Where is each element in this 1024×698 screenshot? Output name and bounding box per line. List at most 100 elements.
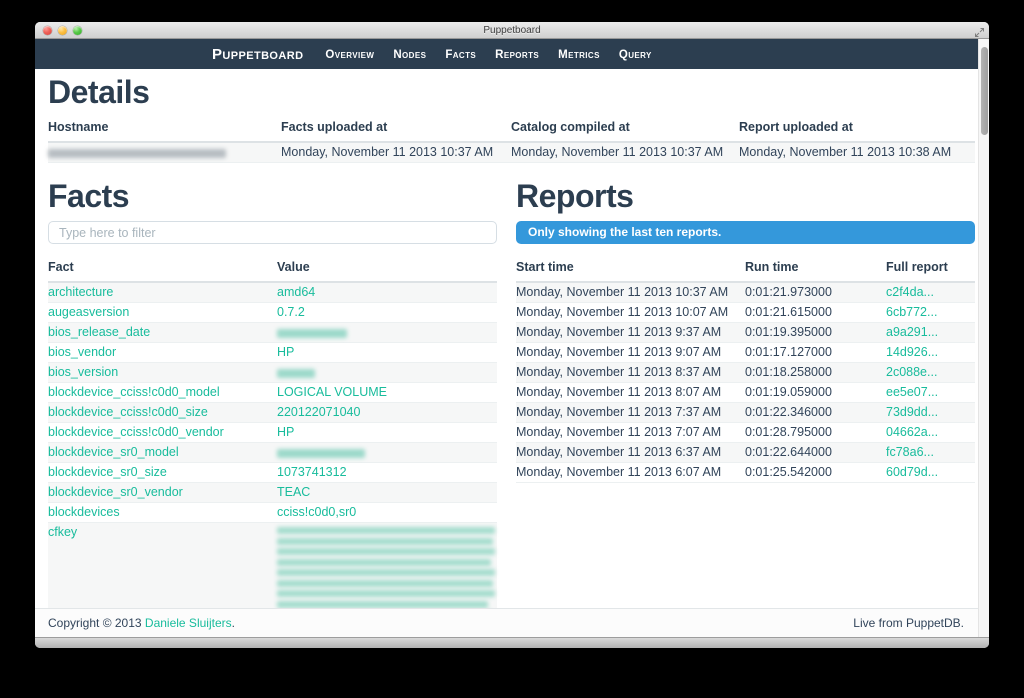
report-uploaded-cell: Monday, November 11 2013 10:38 AM [739,142,975,163]
fact-row: blockdevices cciss!c0d0,sr0 [48,503,497,523]
fact-row: blockdevice_cciss!c0d0_model LOGICAL VOLU… [48,383,497,403]
fact-name-cell: blockdevice_sr0_size [48,463,277,483]
facts-filter-input[interactable] [48,221,497,244]
fact-name-link[interactable]: blockdevice_sr0_model [48,445,179,459]
fact-name-cell: blockdevice_sr0_model [48,443,277,463]
report-row: Monday, November 11 2013 8:37 AM0:01:18.… [516,363,975,383]
fact-value-link[interactable]: 1073741312 [277,465,347,479]
hostname-redacted-value [48,149,226,158]
fact-value-link[interactable]: 0.7.2 [277,305,305,319]
fact-value-link[interactable]: TEAC [277,485,310,499]
fact-row: blockdevice_sr0_vendor TEAC [48,483,497,503]
fact-name-link[interactable]: blockdevice_cciss!c0d0_model [48,385,220,399]
full-report-link[interactable]: 14d926... [886,345,938,359]
maximize-icon[interactable] [73,26,82,35]
traffic-lights [43,26,82,35]
full-report-link[interactable]: a9a291... [886,325,938,339]
scrollbar-thumb[interactable] [981,47,988,135]
nav-item-metrics[interactable]: Metrics [558,49,600,61]
full-report-link[interactable]: 04662a... [886,425,938,439]
fact-value-cell [277,323,497,343]
reports-alert: Only showing the last ten reports. [516,221,975,244]
full-report-link[interactable]: c2f4da... [886,285,934,299]
report-start-time: Monday, November 11 2013 8:07 AM [516,383,745,403]
fact-value-link[interactable]: HP [277,425,294,439]
nav-item-overview[interactable]: Overview [325,49,374,61]
report-hash-cell: 2c088e... [886,363,975,383]
fact-value-link[interactable]: LOGICAL VOLUME [277,385,387,399]
facts-section: Facts Fact Value architectureamd64augeas… [48,179,497,608]
navbar-brand[interactable]: Puppetboard [212,46,303,63]
fact-name-link[interactable]: cfkey [48,525,77,539]
report-hash-cell: 14d926... [886,343,975,363]
details-table: Hostname Facts uploaded at Catalog compi… [48,117,975,163]
fact-value-link[interactable]: 220122071040 [277,405,360,419]
report-start-time: Monday, November 11 2013 9:37 AM [516,323,745,343]
minimize-icon[interactable] [58,26,67,35]
author-link[interactable]: Daniele Sluijters [145,616,232,630]
details-header-row: Hostname Facts uploaded at Catalog compi… [48,117,975,142]
fact-name-cell: augeasversion [48,303,277,323]
fact-row: blockdevice_cciss!c0d0_size 220122071040 [48,403,497,423]
reports-col-run-time: Run time [745,257,886,282]
report-run-time: 0:01:28.795000 [745,423,886,443]
fact-name-link[interactable]: bios_vendor [48,345,116,359]
fact-value-redacted [277,329,347,338]
fact-value-link[interactable]: cciss!c0d0,sr0 [277,505,356,519]
report-hash-cell: 6cb772... [886,303,975,323]
reports-header-row: Start time Run time Full report [516,257,975,282]
fact-name-link[interactable]: blockdevice_sr0_size [48,465,167,479]
fact-name-cell: blockdevices [48,503,277,523]
fact-name-link[interactable]: bios_version [48,365,118,379]
redacted-line [277,548,495,555]
fact-value-cell: HP [277,343,497,363]
report-row: Monday, November 11 2013 7:37 AM0:01:22.… [516,403,975,423]
redacted-line [277,580,493,587]
full-report-link[interactable]: 2c088e... [886,365,937,379]
details-col-hostname: Hostname [48,117,281,142]
fact-value-cell: amd64 [277,282,497,303]
fact-name-link[interactable]: blockdevice_cciss!c0d0_vendor [48,425,224,439]
report-hash-cell: 73d9dd... [886,403,975,423]
report-start-time: Monday, November 11 2013 6:07 AM [516,463,745,483]
fact-value-link[interactable]: amd64 [277,285,315,299]
facts-col-fact: Fact [48,257,277,282]
fact-value-cell: HP [277,423,497,443]
scrollbar[interactable] [978,39,989,637]
nav-item-nodes[interactable]: Nodes [393,49,426,61]
fact-row: cfkey [48,523,497,609]
close-icon[interactable] [43,26,52,35]
fact-name-cell: bios_release_date [48,323,277,343]
fullscreen-resize-icon[interactable] [974,25,985,36]
full-report-link[interactable]: fc78a6... [886,445,934,459]
fact-name-link[interactable]: architecture [48,285,113,299]
fact-value-cell [277,443,497,463]
reports-table: Start time Run time Full report Monday, … [516,257,975,483]
facts-uploaded-cell: Monday, November 11 2013 10:37 AM [281,142,511,163]
hostname-cell [48,142,281,163]
fact-name-link[interactable]: blockdevice_sr0_vendor [48,485,183,499]
fact-name-cell: cfkey [48,523,277,609]
fact-value-cell: 1073741312 [277,463,497,483]
report-hash-cell: ee5e07... [886,383,975,403]
fact-name-link[interactable]: bios_release_date [48,325,150,339]
full-report-link[interactable]: 73d9dd... [886,405,938,419]
redacted-line [277,569,495,576]
full-report-link[interactable]: ee5e07... [886,385,938,399]
nav-item-query[interactable]: Query [619,49,652,61]
report-run-time: 0:01:22.644000 [745,443,886,463]
full-report-link[interactable]: 60d79d... [886,465,938,479]
report-run-time: 0:01:22.346000 [745,403,886,423]
fact-name-link[interactable]: augeasversion [48,305,129,319]
fact-value-cell: 220122071040 [277,403,497,423]
fact-value-redacted-block [277,526,495,608]
nav-item-reports[interactable]: Reports [495,49,539,61]
full-report-link[interactable]: 6cb772... [886,305,937,319]
fact-value-cell [277,523,497,609]
nav-item-facts[interactable]: Facts [445,49,476,61]
window-titlebar[interactable]: Puppetboard [35,22,989,39]
fact-name-cell: bios_version [48,363,277,383]
fact-name-link[interactable]: blockdevice_cciss!c0d0_size [48,405,208,419]
fact-name-link[interactable]: blockdevices [48,505,120,519]
fact-value-link[interactable]: HP [277,345,294,359]
